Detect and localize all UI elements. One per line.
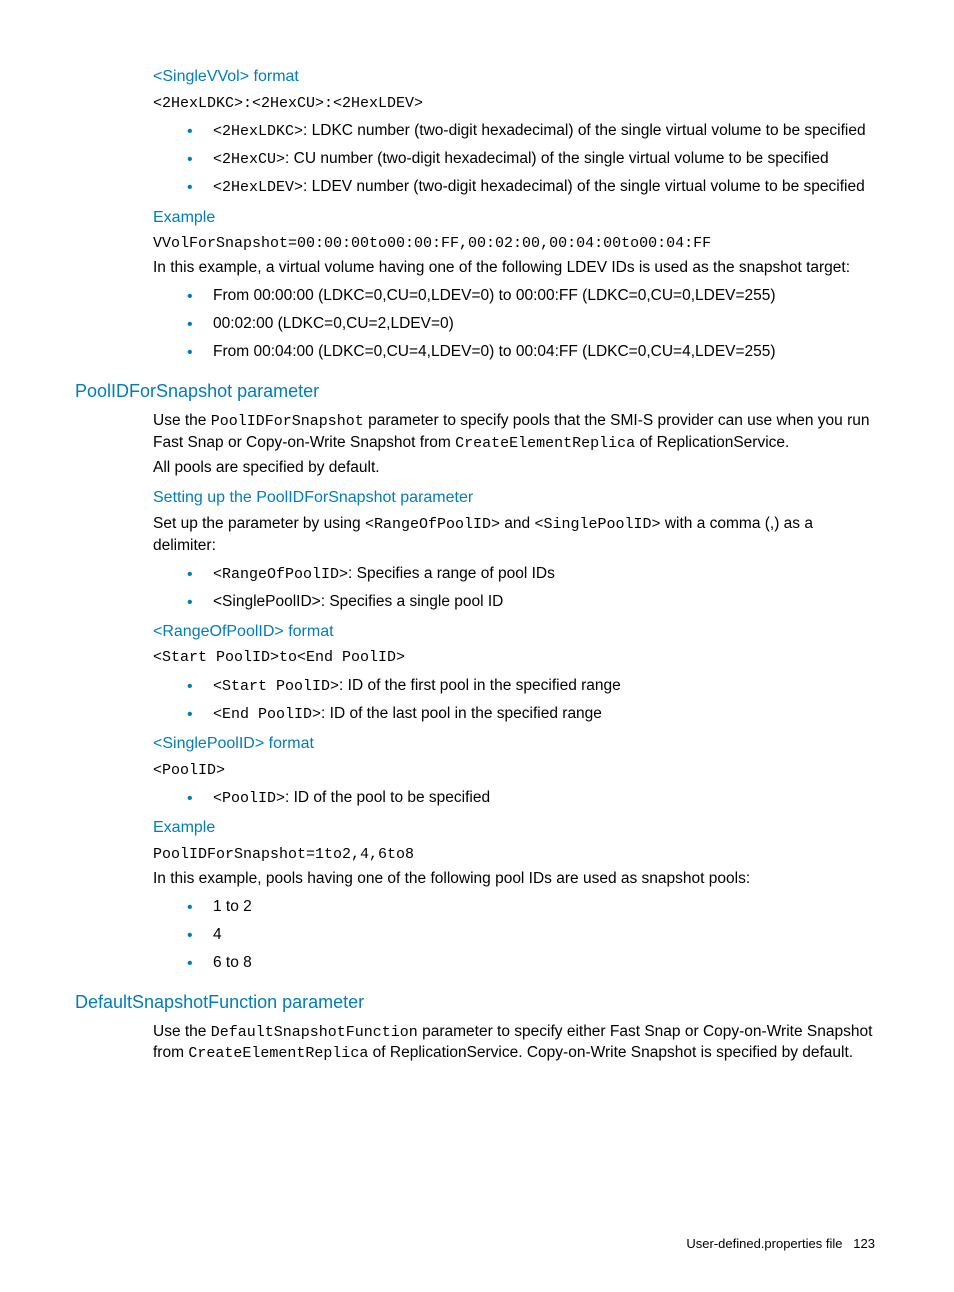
paragraph: Use the DefaultSnapshotFunction paramete… bbox=[153, 1022, 879, 1065]
paragraph: In this example, pools having one of the… bbox=[153, 869, 879, 890]
heading-setting-up-poolid: Setting up the PoolIDForSnapshot paramet… bbox=[153, 487, 879, 509]
list-item: <SinglePoolID>: Specifies a single pool … bbox=[187, 592, 879, 613]
text: : LDEV number (two-digit hexadecimal) of… bbox=[303, 178, 865, 195]
code-singlevvol-format: <2HexLDKC>:<2HexCU>:<2HexLDEV> bbox=[153, 94, 879, 114]
list-item: <End PoolID>: ID of the last pool in the… bbox=[187, 704, 879, 725]
code-inline: <RangeOfPoolID> bbox=[365, 516, 500, 533]
list-item: <PoolID>: ID of the pool to be specified bbox=[187, 788, 879, 809]
page-footer: User-defined.properties file 123 bbox=[75, 1235, 879, 1253]
code-inline: CreateElementReplica bbox=[188, 1045, 368, 1062]
code-singlepoolid: <PoolID> bbox=[153, 761, 879, 781]
footer-section-label: User-defined.properties file bbox=[686, 1236, 842, 1251]
list-item: <2HexLDEV>: LDEV number (two-digit hexad… bbox=[187, 177, 879, 198]
text: : LDKC number (two-digit hexadecimal) of… bbox=[303, 122, 866, 139]
code-inline: <End PoolID> bbox=[213, 706, 321, 723]
paragraph: All pools are specified by default. bbox=[153, 458, 879, 479]
text: Set up the parameter by using bbox=[153, 515, 365, 532]
text: : Specifies a range of pool IDs bbox=[348, 565, 555, 582]
code-example-vvol: VVolForSnapshot=00:00:00to00:00:FF,00:02… bbox=[153, 234, 879, 254]
text: : CU number (two-digit hexadecimal) of t… bbox=[285, 150, 829, 167]
list-item: <RangeOfPoolID>: Specifies a range of po… bbox=[187, 564, 879, 585]
heading-rangeofpoolid-format: <RangeOfPoolID> format bbox=[153, 621, 879, 643]
text: : ID of the first pool in the specified … bbox=[339, 677, 621, 694]
code-inline: <PoolID> bbox=[213, 790, 285, 807]
text: of ReplicationService. Copy-on-Write Sna… bbox=[368, 1044, 853, 1061]
text: and bbox=[500, 515, 534, 532]
heading-singlevvol-format: <SingleVVol> format bbox=[153, 66, 879, 88]
code-inline: <2HexLDEV> bbox=[213, 179, 303, 196]
list-rangeofpoolid: <Start PoolID>: ID of the first pool in … bbox=[75, 676, 879, 726]
list-item: 4 bbox=[187, 925, 879, 946]
code-inline: CreateElementReplica bbox=[455, 435, 635, 452]
code-inline: <SinglePoolID> bbox=[534, 516, 660, 533]
text: Use the bbox=[153, 412, 211, 429]
code-example-poolid: PoolIDForSnapshot=1to2,4,6to8 bbox=[153, 845, 879, 865]
code-inline: <2HexLDKC> bbox=[213, 123, 303, 140]
page-number: 123 bbox=[853, 1236, 875, 1251]
list-item: 6 to 8 bbox=[187, 953, 879, 974]
paragraph: Use the PoolIDForSnapshot parameter to s… bbox=[153, 411, 879, 454]
paragraph: Set up the parameter by using <RangeOfPo… bbox=[153, 514, 879, 556]
list-item: 00:02:00 (LDKC=0,CU=2,LDEV=0) bbox=[187, 314, 879, 335]
list-singlepoolid: <PoolID>: ID of the pool to be specified bbox=[75, 788, 879, 809]
code-inline: <RangeOfPoolID> bbox=[213, 566, 348, 583]
code-inline: PoolIDForSnapshot bbox=[211, 413, 364, 430]
code-inline: <2HexCU> bbox=[213, 151, 285, 168]
list-item: <2HexLDKC>: LDKC number (two-digit hexad… bbox=[187, 121, 879, 142]
heading-poolidforsnapshot: PoolIDForSnapshot parameter bbox=[75, 379, 879, 403]
list-item: <2HexCU>: CU number (two-digit hexadecim… bbox=[187, 149, 879, 170]
heading-singlepoolid-format: <SinglePoolID> format bbox=[153, 733, 879, 755]
text: of ReplicationService. bbox=[635, 434, 789, 451]
heading-example-poolid: Example bbox=[153, 817, 879, 839]
heading-example-vvol: Example bbox=[153, 207, 879, 229]
text: : ID of the last pool in the specified r… bbox=[321, 705, 602, 722]
heading-defaultsnapshotfunction: DefaultSnapshotFunction parameter bbox=[75, 990, 879, 1014]
list-item: From 00:00:00 (LDKC=0,CU=0,LDEV=0) to 00… bbox=[187, 286, 879, 307]
list-item: From 00:04:00 (LDKC=0,CU=4,LDEV=0) to 00… bbox=[187, 342, 879, 363]
code-inline: <Start PoolID> bbox=[213, 678, 339, 695]
code-inline: DefaultSnapshotFunction bbox=[211, 1024, 418, 1041]
code-rangeofpoolid: <Start PoolID>to<End PoolID> bbox=[153, 648, 879, 668]
list-item: 1 to 2 bbox=[187, 897, 879, 918]
list-example-poolid: 1 to 2 4 6 to 8 bbox=[75, 897, 879, 974]
text: : ID of the pool to be specified bbox=[285, 789, 490, 806]
paragraph: In this example, a virtual volume having… bbox=[153, 258, 879, 279]
list-poolid-setup: <RangeOfPoolID>: Specifies a range of po… bbox=[75, 564, 879, 613]
list-singlevvol-fields: <2HexLDKC>: LDKC number (two-digit hexad… bbox=[75, 121, 879, 199]
list-item: <Start PoolID>: ID of the first pool in … bbox=[187, 676, 879, 697]
list-example-vvol: From 00:00:00 (LDKC=0,CU=0,LDEV=0) to 00… bbox=[75, 286, 879, 363]
text: Use the bbox=[153, 1023, 211, 1040]
